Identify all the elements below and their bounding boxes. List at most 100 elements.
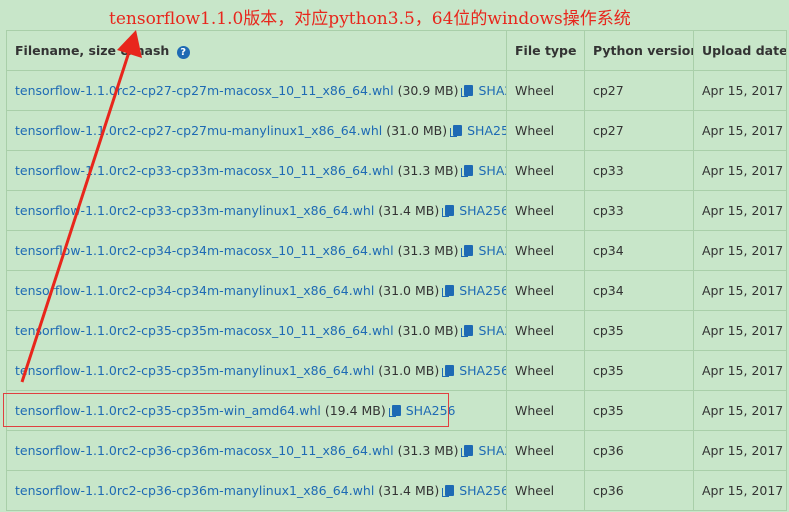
file-link[interactable]: tensorflow-1.1.0rc2-cp35-cp35m-manylinux… — [15, 363, 374, 378]
upload-date-cell: Apr 15, 2017 — [693, 310, 787, 351]
copy-icon — [450, 125, 463, 137]
file-type-cell: Wheel — [506, 270, 585, 311]
help-icon[interactable]: ? — [176, 45, 190, 59]
python-version-cell: cp35 — [584, 310, 694, 351]
upload-date-cell: Apr 15, 2017 — [693, 190, 787, 231]
file-type-cell: Wheel — [506, 310, 585, 351]
copy-icon — [461, 165, 474, 177]
sha256-link[interactable]: SHA256 — [442, 203, 507, 218]
file-cell: tensorflow-1.1.0rc2-cp33-cp33m-manylinux… — [6, 190, 507, 231]
file-type-cell: Wheel — [506, 230, 585, 271]
python-version-cell: cp35 — [584, 350, 694, 391]
file-type-cell: Wheel — [506, 350, 585, 391]
file-type-cell: Wheel — [506, 470, 585, 511]
copy-icon — [442, 285, 455, 297]
upload-date-cell: Apr 15, 2017 — [693, 350, 787, 391]
copy-icon — [442, 485, 455, 497]
sha256-label: SHA256 — [459, 203, 507, 218]
file-link[interactable]: tensorflow-1.1.0rc2-cp36-cp36m-manylinux… — [15, 483, 374, 498]
file-cell: tensorflow-1.1.0rc2-cp34-cp34m-manylinux… — [6, 270, 507, 311]
python-version-cell: cp27 — [584, 70, 694, 111]
sha256-link[interactable]: SHA256 — [442, 283, 507, 298]
file-size: (31.4 MB) — [378, 483, 440, 498]
python-version-cell: cp33 — [584, 190, 694, 231]
file-link[interactable]: tensorflow-1.1.0rc2-cp34-cp34m-manylinux… — [15, 283, 374, 298]
python-version-cell: cp33 — [584, 150, 694, 191]
file-size: (31.0 MB) — [386, 123, 448, 138]
table-row: tensorflow-1.1.0rc2-cp35-cp35m-manylinux… — [6, 350, 787, 391]
sha256-label: SHA256 — [459, 363, 507, 378]
header-filename: Filename, size & hash ? — [6, 30, 507, 71]
upload-date-cell: Apr 15, 2017 — [693, 270, 787, 311]
annotation-title: tensorflow1.1.0版本，对应python3.5，64位的window… — [109, 9, 631, 29]
file-size: (31.0 MB) — [378, 283, 440, 298]
file-link[interactable]: tensorflow-1.1.0rc2-cp34-cp34m-macosx_10… — [15, 243, 394, 258]
python-version-cell: cp34 — [584, 270, 694, 311]
file-cell: tensorflow-1.1.0rc2-cp27-cp27mu-manylinu… — [6, 110, 507, 151]
file-cell: tensorflow-1.1.0rc2-cp35-cp35m-manylinux… — [6, 350, 507, 391]
header-file-type: File type — [506, 30, 585, 71]
table-row: tensorflow-1.1.0rc2-cp33-cp33m-manylinux… — [6, 190, 787, 231]
python-version-cell: cp35 — [584, 390, 694, 431]
sha256-link[interactable]: SHA256 — [461, 83, 506, 98]
table-header-row: Filename, size & hash ? File type Python… — [6, 30, 787, 71]
upload-date-cell: Apr 15, 2017 — [693, 150, 787, 191]
file-link[interactable]: tensorflow-1.1.0rc2-cp35-cp35m-macosx_10… — [15, 323, 394, 338]
sha256-link[interactable]: SHA256 — [442, 363, 507, 378]
upload-date-cell: Apr 15, 2017 — [693, 390, 787, 431]
file-type-cell: Wheel — [506, 70, 585, 111]
table-row: tensorflow-1.1.0rc2-cp27-cp27mu-manylinu… — [6, 110, 787, 151]
file-type-cell: Wheel — [506, 190, 585, 231]
sha256-label: SHA256 — [478, 163, 505, 178]
upload-date-cell: Apr 15, 2017 — [693, 110, 787, 151]
file-link[interactable]: tensorflow-1.1.0rc2-cp33-cp33m-macosx_10… — [15, 163, 394, 178]
sha256-label: SHA256 — [478, 243, 505, 258]
copy-icon — [461, 245, 474, 257]
upload-date-cell: Apr 15, 2017 — [693, 70, 787, 111]
file-size: (31.3 MB) — [397, 163, 459, 178]
file-size: (31.0 MB) — [397, 323, 459, 338]
sha256-label: SHA256 — [478, 83, 505, 98]
copy-icon — [461, 325, 474, 337]
file-size: (31.3 MB) — [397, 243, 459, 258]
sha256-link[interactable]: SHA256 — [450, 123, 506, 138]
sha256-link[interactable]: SHA256 — [461, 163, 506, 178]
file-type-cell: Wheel — [506, 430, 585, 471]
sha256-link[interactable]: SHA256 — [461, 323, 506, 338]
table-row: tensorflow-1.1.0rc2-cp27-cp27m-macosx_10… — [6, 70, 787, 111]
file-link[interactable]: tensorflow-1.1.0rc2-cp33-cp33m-manylinux… — [15, 203, 374, 218]
copy-icon — [442, 365, 455, 377]
file-type-cell: Wheel — [506, 150, 585, 191]
python-version-cell: cp36 — [584, 430, 694, 471]
python-version-cell: cp27 — [584, 110, 694, 151]
sha256-label: SHA256 — [478, 443, 505, 458]
upload-date-cell: Apr 15, 2017 — [693, 230, 787, 271]
file-cell: tensorflow-1.1.0rc2-cp36-cp36m-manylinux… — [6, 470, 507, 511]
python-version-cell: cp34 — [584, 230, 694, 271]
header-filename-label: Filename, size & hash — [15, 42, 170, 58]
sha256-link[interactable]: SHA256 — [461, 443, 506, 458]
upload-date-cell: Apr 15, 2017 — [693, 430, 787, 471]
file-size: (30.9 MB) — [397, 83, 459, 98]
sha256-label: SHA256 — [478, 323, 505, 338]
table-row: tensorflow-1.1.0rc2-cp34-cp34m-manylinux… — [6, 270, 787, 311]
file-cell: tensorflow-1.1.0rc2-cp35-cp35m-macosx_10… — [6, 310, 507, 351]
sha256-label: SHA256 — [459, 283, 507, 298]
upload-date-cell: Apr 15, 2017 — [693, 470, 787, 511]
file-cell: tensorflow-1.1.0rc2-cp34-cp34m-macosx_10… — [6, 230, 507, 271]
sha256-link[interactable]: SHA256 — [442, 483, 507, 498]
file-link[interactable]: tensorflow-1.1.0rc2-cp27-cp27m-macosx_10… — [15, 83, 394, 98]
file-size: (31.0 MB) — [378, 363, 440, 378]
file-cell: tensorflow-1.1.0rc2-cp27-cp27m-macosx_10… — [6, 70, 507, 111]
highlight-box — [3, 393, 449, 427]
table-row: tensorflow-1.1.0rc2-cp34-cp34m-macosx_10… — [6, 230, 787, 271]
file-cell: tensorflow-1.1.0rc2-cp36-cp36m-macosx_10… — [6, 430, 507, 471]
sha256-label: SHA256 — [459, 483, 507, 498]
file-type-cell: Wheel — [506, 110, 585, 151]
header-upload-date: Upload date — [693, 30, 787, 71]
file-link[interactable]: tensorflow-1.1.0rc2-cp36-cp36m-macosx_10… — [15, 443, 394, 458]
file-size: (31.3 MB) — [397, 443, 459, 458]
sha256-link[interactable]: SHA256 — [461, 243, 506, 258]
table-row: tensorflow-1.1.0rc2-cp36-cp36m-macosx_10… — [6, 430, 787, 471]
file-link[interactable]: tensorflow-1.1.0rc2-cp27-cp27mu-manylinu… — [15, 123, 382, 138]
